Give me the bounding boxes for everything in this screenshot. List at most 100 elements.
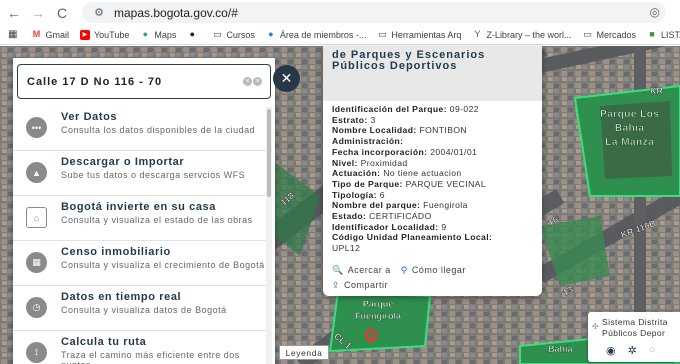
popup-field-label: Código Unidad Planeamiento Local:: [332, 232, 493, 243]
clear-icon[interactable]: ×: [243, 77, 252, 86]
bookmark-cursos[interactable]: ▭ Cursos: [212, 30, 255, 40]
popup-field-value: CERTIFICADO: [369, 211, 432, 222]
park-info-popup: de Parques y Escenarios Públicos Deporti…: [323, 46, 542, 296]
menu-item-censo[interactable]: ▦ Censo inmobiliario Consulta y visualiz…: [13, 240, 269, 286]
park-label-bahia-bottom: Bahía: [548, 344, 573, 354]
popup-field: Identificador Localidad: 9: [332, 222, 537, 233]
popup-field-label: Identificación del Parque:: [332, 104, 447, 114]
bookmark-area-miembros[interactable]: ● Área de miembros -...: [266, 29, 366, 40]
bookmark-gmail[interactable]: M Gmail: [31, 30, 69, 40]
popup-field-label: Tipología:: [332, 189, 377, 200]
popup-field: Actuación: No tiene actuacion: [332, 168, 537, 179]
forward-icon[interactable]: →: [28, 3, 48, 23]
url-text[interactable]: mapas.bogota.gov.co/#: [114, 6, 238, 20]
popup-field-value: No tiene actuacion: [383, 168, 462, 179]
popup-field-label: Administración:: [332, 136, 404, 147]
popup-field: Tipo de Parque: PARQUE VECINAL: [332, 179, 537, 190]
popup-field-value: 3: [370, 114, 376, 125]
popup-field-label: Estrato:: [332, 114, 368, 125]
system-layer-tools: ◉ ✲ ○: [606, 344, 655, 357]
menu-item-tiempo-real[interactable]: ◷ Datos en tiempo real Consulta y visual…: [13, 285, 269, 331]
close-panel-button[interactable]: ✕: [273, 65, 300, 92]
site-favicon-icon: ■: [649, 29, 655, 39]
menu-item-ver-datos[interactable]: ••• Ver Datos Consulta los datos disponi…: [13, 105, 269, 151]
popup-fields: Identificación del Parque: 09-022 Estrato…: [332, 104, 537, 254]
zlibrary-icon: Y: [474, 29, 481, 39]
youtube-icon: ▶: [79, 29, 90, 40]
reload-icon[interactable]: C: [52, 3, 72, 23]
popup-field-value: 6: [379, 189, 385, 200]
popup-field-label: Tipo de Parque:: [332, 178, 403, 189]
site-favicon-icon: ●: [268, 29, 274, 39]
legend-button[interactable]: Leyenda: [279, 345, 329, 360]
menu-item-descargar[interactable]: ▲ Descargar o Importar Sube tus datos o …: [13, 150, 269, 196]
site-settings-icon[interactable]: ⚙: [90, 6, 108, 20]
settings-icon[interactable]: ✲: [628, 344, 637, 357]
park-label-fuengirola: Parque Fuengirola: [355, 299, 402, 321]
system-layer-title: Sistema Distrita Públicos Depor: [602, 317, 668, 338]
folder-icon: ▭: [213, 29, 222, 39]
zoom-to-button[interactable]: 🔍 Acercar a: [332, 264, 391, 276]
clear-icon[interactable]: ×: [253, 77, 262, 86]
popup-field: Código Unidad Planeamiento Local:: [332, 232, 537, 243]
street-label-kr: KR: [650, 86, 663, 96]
popup-title: de Parques y Escenarios Públicos Deporti…: [332, 49, 486, 72]
popup-field-label: Actuación:: [332, 168, 381, 179]
scrollbar-thumb[interactable]: [267, 109, 271, 197]
share-icon: ⇪: [332, 279, 341, 290]
directions-button[interactable]: ⚲ Cómo llegar: [401, 264, 466, 276]
menu-item-bogota-invierte[interactable]: ⌂ Bogotá invierte en su casa Consulta y …: [13, 195, 269, 241]
popup-field-value: 2004/01/01: [430, 146, 478, 157]
system-layer-panel: ✣ Sistema Distrita Públicos Depor ◉ ✲ ○: [588, 312, 680, 362]
extensions-icon[interactable]: ◎: [650, 5, 660, 19]
popup-field-label: Estado:: [332, 211, 367, 222]
eye-icon[interactable]: ◉: [606, 344, 616, 357]
popup-field-value: Fuengirola: [423, 200, 468, 211]
bookmark-listado[interactable]: ■LISTADO DE PERIO: [647, 30, 680, 40]
folder-icon: ▭: [583, 29, 592, 39]
popup-field: Tipología: 6: [332, 190, 537, 201]
popup-header: de Parques y Escenarios Públicos Deporti…: [323, 46, 542, 101]
gmail-icon: M: [32, 29, 41, 39]
popup-field: Estrato: 3: [332, 115, 537, 126]
apps-icon[interactable]: ▦: [8, 29, 17, 40]
menu-scrollbar[interactable]: [266, 107, 272, 364]
info-icon[interactable]: ○: [649, 344, 656, 357]
menu-list: ••• Ver Datos Consulta los datos disponi…: [13, 105, 269, 364]
bookmark-zlibrary[interactable]: Y Z-Library – the worl...: [472, 30, 571, 40]
popup-field-value: 9: [441, 221, 447, 232]
zoom-in-icon: 🔍: [332, 264, 344, 275]
popup-action-row: 🔍 Acercar a ⚲ Cómo llegar: [332, 265, 466, 277]
popup-field-label: Nombre del parque:: [332, 200, 421, 211]
search-clear-buttons: × ×: [243, 77, 262, 86]
search-input[interactable]: Calle 17 D No 116 - 70 × ×: [17, 64, 271, 99]
route-icon: ⚲: [400, 264, 408, 275]
browser-toolbar: ← → C ⚙ mapas.bogota.gov.co/# ◎: [0, 0, 680, 25]
bookmark-youtube[interactable]: ▶ YouTube: [79, 29, 129, 40]
popup-field-label: Identificador Localidad:: [332, 221, 439, 232]
popup-field: Nivel: Proximidad: [332, 158, 537, 169]
popup-field: Identificación del Parque: 09-022: [332, 104, 537, 115]
popup-field: Nombre Localidad: FONTIBON: [332, 125, 537, 136]
popup-field: Administración:: [332, 136, 537, 147]
bookmark-herramientas[interactable]: ▭ Herramientas Arq: [377, 30, 461, 40]
address-bar[interactable]: ⚙ mapas.bogota.gov.co/# ◎: [82, 2, 666, 23]
close-icon: ✕: [280, 70, 293, 86]
popup-field-value: PARQUE VECINAL: [405, 178, 486, 189]
popup-field: Estado: CERTIFICADO: [332, 211, 537, 222]
share-button[interactable]: ⇪ Compartir: [332, 279, 466, 291]
popup-field-label: Fecha incorporación:: [332, 146, 428, 157]
popup-field: Fecha incorporación: 2004/01/01: [332, 147, 537, 158]
back-icon[interactable]: ←: [4, 3, 24, 23]
bookmark-github[interactable]: ●: [187, 30, 201, 40]
menu-item-ruta[interactable]: ⟟ Calcula tu ruta Traza el camino más ef…: [13, 330, 269, 364]
layers-icon: ✣: [592, 322, 599, 331]
popup-field-value: Proximidad: [360, 157, 408, 168]
bookmark-maps[interactable]: ● Maps: [140, 30, 177, 40]
popup-field: Nombre del parque: Fuengirola: [332, 200, 537, 211]
bookmarks-bar: ▦ M Gmail ▶ YouTube ● Maps ● ▭ Cursos ● Área …: [0, 25, 680, 45]
search-input-value[interactable]: Calle 17 D No 116 - 70: [27, 76, 162, 88]
dots-icon: •••: [26, 117, 47, 138]
bookmark-mercados[interactable]: ▭ Mercados: [582, 30, 636, 40]
popup-field-upl-value: UPL12: [332, 243, 361, 254]
